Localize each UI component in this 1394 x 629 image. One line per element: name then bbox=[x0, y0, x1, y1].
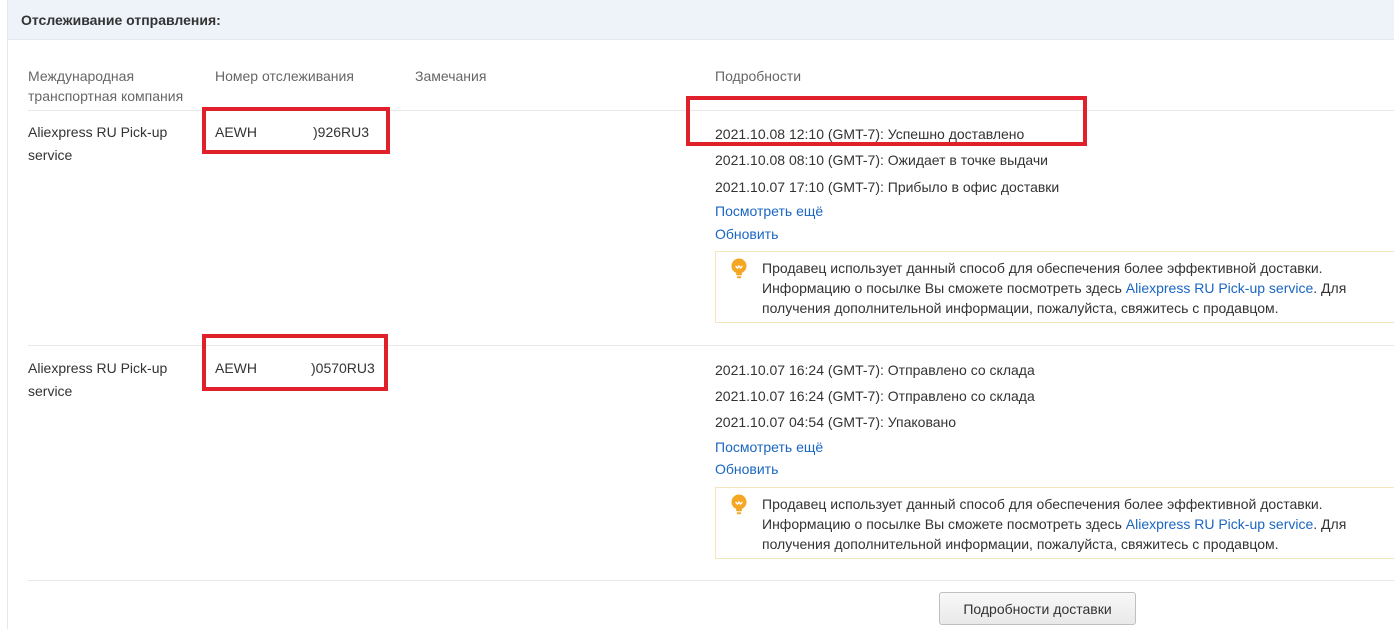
seller-notice: Продавец использует данный способ для об… bbox=[715, 251, 1394, 323]
column-header-notes: Замечания bbox=[415, 68, 487, 84]
lightbulb-icon bbox=[731, 494, 747, 515]
highlight-box-delivered-status bbox=[686, 96, 1087, 146]
highlight-box-tracking-2 bbox=[202, 334, 388, 391]
column-header-details: Подробности bbox=[715, 68, 802, 84]
tracking-event: 2021.10.07 16:24 (GMT-7): Отправлено со … bbox=[715, 388, 1035, 404]
lightbulb-icon bbox=[731, 258, 747, 279]
view-more-link[interactable]: Посмотреть ещё bbox=[715, 437, 823, 457]
view-more-link[interactable]: Посмотреть ещё bbox=[715, 201, 823, 221]
delivery-details-button[interactable]: Подробности доставки bbox=[939, 592, 1136, 625]
refresh-link[interactable]: Обновить bbox=[715, 224, 778, 244]
tracking-event: 2021.10.07 04:54 (GMT-7): Упаковано bbox=[715, 414, 957, 430]
tracking-event: 2021.10.07 16:24 (GMT-7): Отправлено со … bbox=[715, 362, 1035, 378]
carrier-name: Aliexpress RU Pick-up service bbox=[28, 124, 168, 163]
panel-title: Отслеживание отправления: bbox=[21, 12, 221, 28]
carrier-site-link[interactable]: Aliexpress RU Pick-up service bbox=[1126, 516, 1314, 532]
tracking-event: 2021.10.07 17:10 (GMT-7): Прибыло в офис… bbox=[715, 179, 1060, 195]
panel-header: Отслеживание отправления: bbox=[8, 0, 1394, 40]
carrier-name: Aliexpress RU Pick-up service bbox=[28, 360, 168, 399]
seller-notice-text: Продавец использует данный способ для об… bbox=[762, 494, 1394, 554]
shipment-tracking-panel: Отслеживание отправления: Международная … bbox=[7, 0, 1394, 629]
tracking-event: 2021.10.08 08:10 (GMT-7): Ожидает в точк… bbox=[715, 152, 1048, 168]
carrier-site-link[interactable]: Aliexpress RU Pick-up service bbox=[1126, 280, 1314, 296]
seller-notice-text: Продавец использует данный способ для об… bbox=[762, 258, 1394, 318]
refresh-link[interactable]: Обновить bbox=[715, 459, 778, 479]
seller-notice: Продавец использует данный способ для об… bbox=[715, 487, 1394, 559]
column-header-carrier: Международная транспортная компания bbox=[28, 68, 184, 104]
column-header-tracking: Номер отслеживания bbox=[215, 68, 354, 84]
highlight-box-tracking-1 bbox=[202, 107, 390, 154]
footer-divider bbox=[28, 580, 1394, 581]
